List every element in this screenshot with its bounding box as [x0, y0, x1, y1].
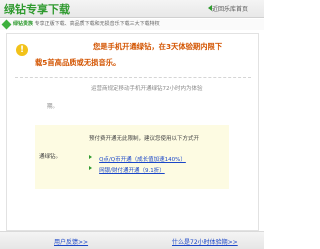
option-bank[interactable]: 网银/财付通开通（9.1折） [89, 157, 165, 176]
feedback-link[interactable]: 用户反馈>> [54, 237, 88, 246]
bank-link[interactable]: 网银/财付通开通（9.1折） [99, 168, 165, 174]
bottom-bar: 用户反馈>> 什么是72小时体验期>> [0, 231, 264, 249]
page: 绿钻专享下载 近回乐库首页 绿钻贵族 专享正版下载、高品质下载和无损音乐下载三大… [0, 0, 264, 249]
info-strip: 绿钻贵族 专享正版下载、高品质下载和无损音乐下载三大下载特权 [0, 19, 264, 30]
explain-line-2: 期。 [47, 104, 59, 110]
explain-line-1: 运营商规定移动手机开通绿钻72小时内为体验 [91, 86, 203, 92]
green-diamond-icon [1, 19, 12, 30]
recommend-desc: 通绿钻。 [39, 154, 62, 160]
exclamation-icon: ! [16, 44, 28, 56]
trial-info-link[interactable]: 什么是72小时体验期>> [172, 237, 238, 246]
tip-line-1: 您是手机开通绿钻，在3天体验期内限下 [93, 42, 223, 51]
tip-area: ! 您是手机开通绿钻，在3天体验期内限下 载5首高品质或无损音乐。 [7, 34, 258, 74]
recommend-title: 预付费开通无此限制，建议您使用以下方式开 [89, 136, 200, 142]
divider [15, 77, 251, 78]
main-panel: ! 您是手机开通绿钻，在3天体验期内限下 载5首高品质或无损音乐。 运营商规定移… [6, 33, 259, 231]
panel-footer [7, 216, 258, 230]
info-description: 专享正版下载、高品质下载和无损音乐下载三大下载特权 [34, 21, 160, 27]
vip-badge-label: 绿钻贵族 [13, 21, 34, 27]
tip-line-2: 载5首高品质或无损音乐。 [35, 58, 121, 67]
back-to-home-link[interactable]: 近回乐库首页 [212, 4, 248, 13]
page-title: 绿钻专享下载 [4, 3, 70, 16]
header-bar: 绿钻专享下载 近回乐库首页 [0, 0, 264, 18]
info-text: 绿钻贵族 专享正版下载、高品质下载和无损音乐下载三大下载特权 [13, 20, 160, 27]
recommend-box: 预付费开通无此限制，建议您使用以下方式开 通绿钻。 Q点/Q币开通（成长值加速1… [35, 125, 229, 189]
arrow-right-icon [89, 165, 92, 170]
